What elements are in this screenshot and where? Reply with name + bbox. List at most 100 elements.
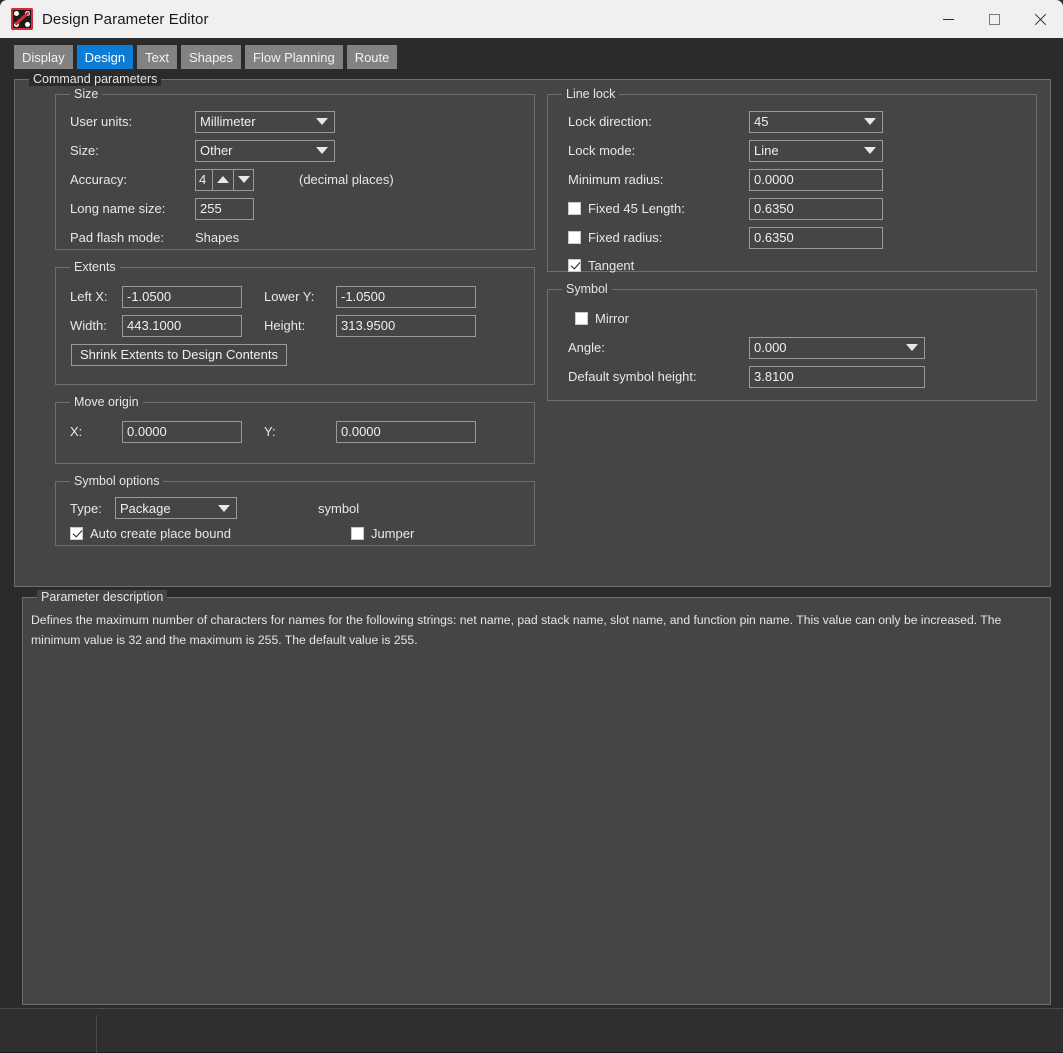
tangent-row: Tangent [568,254,1022,276]
lock-direction-label: Lock direction: [568,114,652,129]
extents-group-legend: Extents [70,260,120,274]
default-symbol-height-row: Default symbol height: 3.8100 [568,364,1022,389]
chevron-down-icon [864,118,876,125]
maximize-icon [988,13,1000,25]
size-combo[interactable]: Other [195,139,335,162]
user-units-combo[interactable]: Millimeter [195,110,335,133]
parameter-description-legend: Parameter description [37,590,168,604]
symbol-text-label: symbol [318,500,360,516]
symbol-group-legend: Symbol [562,282,612,296]
lock-direction-combo[interactable]: 45 [749,110,883,133]
move-origin-row: X: 0.0000 Y: 0.0000 [70,419,520,444]
symbol-group: Symbol Mirror Angle: 0.000 Default symbo… [547,282,1037,401]
fixed-45-length-label: Fixed 45 Length: [588,201,685,216]
angle-value: 0.000 [754,340,787,355]
lock-mode-combo[interactable]: Line [749,139,883,162]
width-input[interactable]: 443.1000 [122,314,242,337]
shrink-extents-button[interactable]: Shrink Extents to Design Contents [71,343,287,366]
fixed-radius-label: Fixed radius: [588,230,663,245]
lock-mode-value: Line [754,143,779,158]
mirror-label: Mirror [595,311,629,326]
accuracy-increment-button[interactable] [212,168,233,191]
lock-mode-label: Lock mode: [568,143,636,158]
symbol-options-group: Symbol options Type: Package symbol Auto… [55,474,535,546]
minimum-radius-label: Minimum radius: [568,172,664,187]
tangent-label: Tangent [588,257,635,273]
tab-route[interactable]: Route [346,45,398,69]
line-lock-group: Line lock Lock direction: 45 Lock mode: [547,87,1037,273]
fixed-radius-input[interactable]: 0.6350 [749,226,883,249]
jumper-checkbox[interactable] [350,526,364,540]
fixed-radius-row: Fixed radius: 0.6350 [568,225,1022,250]
tab-design[interactable]: Design [76,45,134,69]
lock-mode-row: Lock mode: Line [568,138,1022,163]
long-name-size-input[interactable]: 255 [195,197,254,220]
window-title: Design Parameter Editor [42,10,209,28]
default-symbol-height-input[interactable]: 3.8100 [749,365,925,388]
accuracy-label: Accuracy: [70,172,128,187]
extents-wh-row: Width: 443.1000 Height: 313.9500 [70,313,520,338]
design-parameter-editor-window: Design Parameter Editor Display Design T… [0,0,1063,1053]
extents-xy-row: Left X: -1.0500 Lower Y: -1.0500 [70,284,520,309]
lock-direction-row: Lock direction: 45 [568,109,1022,134]
default-symbol-height-label: Default symbol height: [568,369,697,384]
auto-create-place-bound-label: Auto create place bound [90,525,231,541]
long-name-size-label: Long name size: [70,201,166,216]
tab-bar: Display Design Text Shapes Flow Planning… [14,45,1063,71]
chevron-down-icon [316,147,328,154]
close-icon [1034,13,1047,26]
user-units-row: User units: Millimeter [70,109,520,134]
close-button[interactable] [1017,0,1063,38]
command-parameters-panel: Command parameters Size User units: Mill… [14,72,1051,587]
angle-row: Angle: 0.000 [568,335,1022,360]
symbol-type-combo[interactable]: Package [115,497,237,519]
size-group: Size User units: Millimeter Size: Other … [55,87,535,250]
pad-flash-mode-value: Shapes [195,230,240,245]
maximize-button[interactable] [971,0,1017,38]
fixed-45-length-input[interactable]: 0.6350 [749,197,883,220]
fixed-45-length-checkbox[interactable] [568,202,581,215]
mirror-row: Mirror [568,306,1022,331]
move-origin-y-label: Y: [264,424,276,439]
tab-shapes[interactable]: Shapes [180,45,242,69]
angle-label: Angle: [568,340,605,355]
auto-create-place-bound-checkbox[interactable] [70,526,83,540]
angle-combo[interactable]: 0.000 [749,336,925,359]
left-x-input[interactable]: -1.0500 [122,285,242,308]
lock-direction-value: 45 [754,114,769,129]
accuracy-value[interactable]: 4 [195,168,212,191]
line-lock-group-legend: Line lock [562,87,620,101]
minimize-button[interactable] [925,0,971,38]
move-origin-x-input[interactable]: 0.0000 [122,420,242,443]
symbol-type-row: Type: Package symbol [70,496,520,520]
mirror-checkbox[interactable] [575,312,588,325]
size-row: Size: Other [70,138,520,163]
title-bar: Design Parameter Editor [0,0,1063,38]
minimum-radius-input[interactable]: 0.0000 [749,168,883,191]
accuracy-row: Accuracy: 4 (decimal places) [70,167,520,192]
accuracy-suffix-label: (decimal places) [299,172,394,187]
move-origin-y-input[interactable]: 0.0000 [336,420,476,443]
symbol-checkbox-row: Auto create place bound Jumper [70,522,520,544]
extents-group: Extents Left X: -1.0500 Lower Y: -1.0500… [55,260,535,385]
pad-flash-mode-label: Pad flash mode: [70,230,164,245]
chevron-down-icon [864,147,876,154]
tangent-checkbox[interactable] [568,258,581,272]
size-value: Other [200,143,233,158]
app-logo-icon [11,8,33,30]
lower-y-input[interactable]: -1.0500 [336,285,476,308]
fixed-radius-checkbox[interactable] [568,231,581,244]
tab-flow-planning[interactable]: Flow Planning [245,45,343,69]
move-origin-x-label: X: [70,424,83,439]
accuracy-decrement-button[interactable] [233,168,254,191]
status-bar [0,1008,1063,1053]
tab-display[interactable]: Display [14,45,73,69]
user-units-value: Millimeter [200,114,256,129]
accuracy-stepper[interactable]: 4 [195,168,254,191]
size-group-legend: Size [70,87,103,101]
status-bar-divider [96,1015,97,1053]
tab-text[interactable]: Text [137,45,177,69]
height-input[interactable]: 313.9500 [336,314,476,337]
command-parameters-legend: Command parameters [29,72,162,86]
fixed-45-length-row: Fixed 45 Length: 0.6350 [568,196,1022,221]
